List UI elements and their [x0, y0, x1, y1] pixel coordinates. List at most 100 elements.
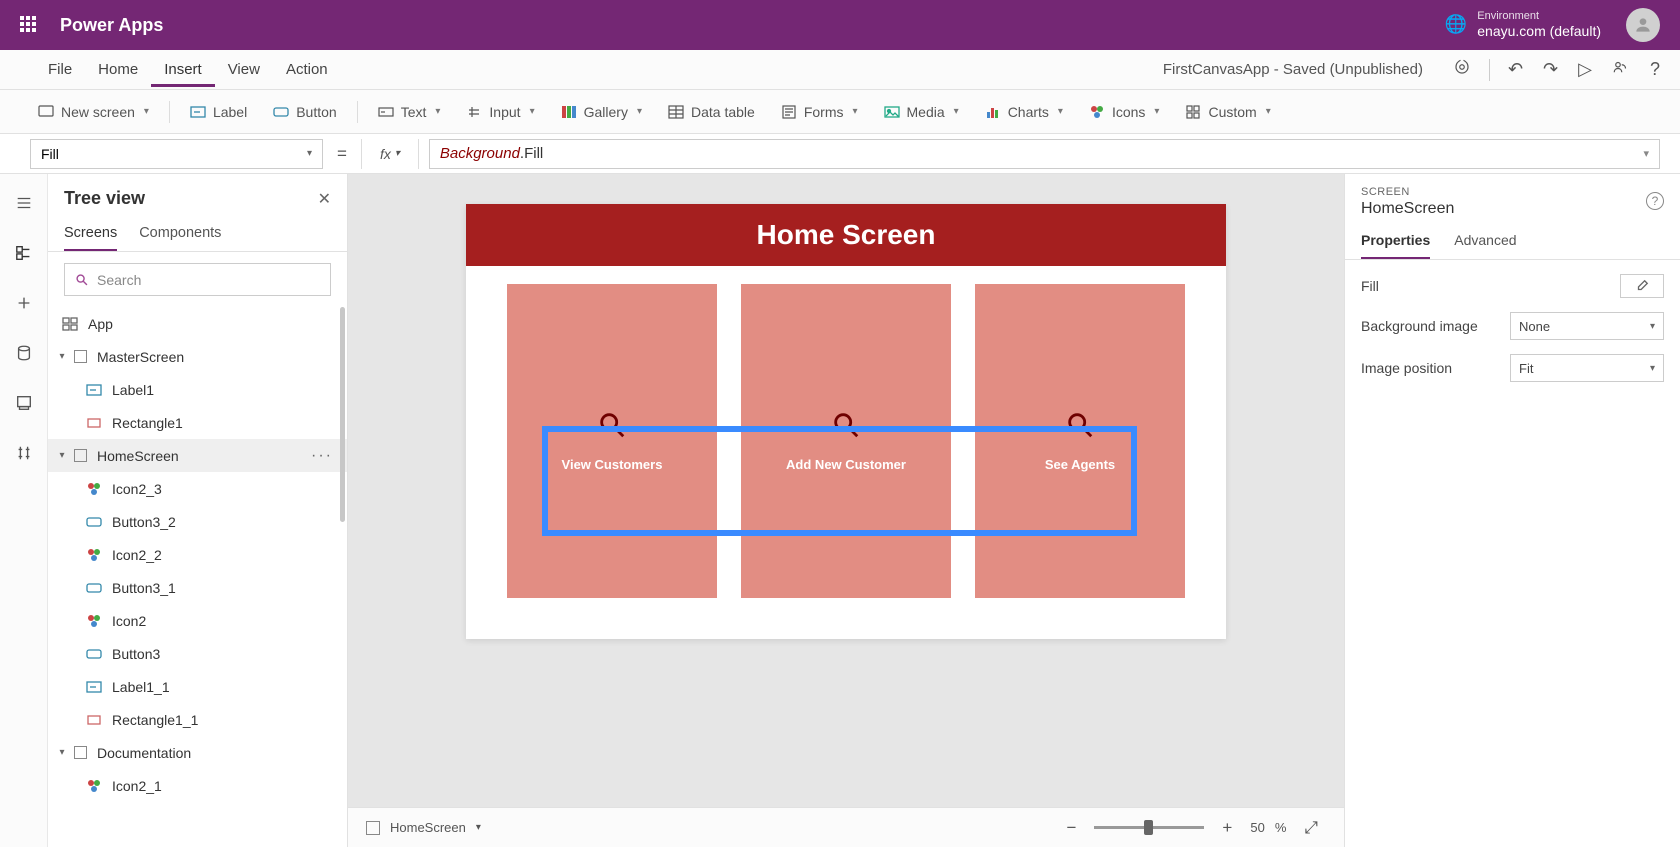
menu-insert[interactable]: Insert [151, 52, 215, 87]
insert-ribbon: New screen ▾ Label Button Text▾ Input▾ G… [0, 90, 1680, 134]
user-avatar[interactable] [1626, 8, 1660, 42]
zoom-unit: % [1275, 820, 1287, 835]
forms-icon [781, 104, 797, 120]
ribbon-label[interactable]: Label [178, 98, 259, 126]
help-button[interactable]: ? [1640, 53, 1670, 86]
tree-search-input[interactable]: Search [64, 263, 331, 296]
tree-node-icon2-3[interactable]: Icon2_3 [48, 472, 347, 505]
checkbox[interactable] [74, 449, 87, 462]
prop-fill-label: Fill [1361, 278, 1379, 294]
tree-node-app[interactable]: App [48, 307, 347, 340]
fit-screen-button[interactable]: ⤢ [1296, 818, 1326, 838]
collapse-icon[interactable]: ▾ [56, 747, 68, 758]
checkbox[interactable] [74, 350, 87, 363]
chevron-down-icon: ▾ [1650, 321, 1655, 332]
collapse-icon[interactable]: ▾ [56, 351, 68, 362]
tab-advanced[interactable]: Advanced [1454, 232, 1516, 259]
ribbon-charts[interactable]: Charts▾ [973, 98, 1075, 126]
menu-view[interactable]: View [215, 52, 273, 87]
fx-button[interactable]: fx▾ [372, 146, 408, 162]
tree-node-button3[interactable]: Button3 [48, 637, 347, 670]
expand-formula-icon[interactable]: ▾ [1643, 147, 1649, 160]
canvas-footer: HomeScreen ▾ − + 50 % ⤢ [348, 807, 1344, 847]
ribbon-text[interactable]: Text▾ [366, 98, 453, 126]
zoom-in-button[interactable]: + [1214, 818, 1240, 838]
tree-node-button3-1[interactable]: Button3_1 [48, 571, 347, 604]
collapse-icon[interactable]: ▾ [56, 450, 68, 461]
undo-button[interactable]: ↶ [1498, 53, 1533, 86]
ribbon-new-screen[interactable]: New screen ▾ [26, 98, 161, 126]
more-options-icon[interactable]: ··· [311, 447, 333, 465]
rail-hamburger[interactable] [13, 192, 35, 214]
card-see-agents[interactable]: See Agents [975, 284, 1185, 598]
tree-node-rectangle1-1[interactable]: Rectangle1_1 [48, 703, 347, 736]
close-panel-button[interactable]: ✕ [318, 189, 331, 209]
properties-help-button[interactable]: ? [1646, 192, 1664, 210]
card-caption: View Customers [562, 457, 663, 472]
formula-token-object: Background [440, 145, 520, 162]
tab-properties[interactable]: Properties [1361, 232, 1430, 259]
screen-icon [38, 104, 54, 120]
card-view-customers[interactable]: View Customers [507, 284, 717, 598]
bgimage-select[interactable]: None ▾ [1510, 312, 1664, 340]
tab-components[interactable]: Components [139, 217, 221, 251]
tree-node-label1[interactable]: Label1 [48, 373, 347, 406]
canvas-viewport[interactable]: Home Screen View Customers Add New Custo… [348, 174, 1344, 807]
ribbon-input[interactable]: Input▾ [454, 98, 546, 126]
ribbon-custom[interactable]: Custom▾ [1173, 98, 1282, 126]
tree-node-homescreen[interactable]: ▾ HomeScreen ··· [48, 439, 347, 472]
tree-node-button3-2[interactable]: Button3_2 [48, 505, 347, 538]
footer-checkbox[interactable] [366, 821, 380, 835]
canvas-area: Home Screen View Customers Add New Custo… [348, 174, 1344, 847]
checkbox[interactable] [74, 746, 87, 759]
chevron-down-icon[interactable]: ▾ [476, 822, 481, 833]
rail-media[interactable] [13, 392, 35, 414]
redo-button[interactable]: ↷ [1533, 53, 1568, 86]
zoom-slider[interactable] [1094, 826, 1204, 829]
home-title-text: Home Screen [757, 219, 936, 251]
card-add-customer[interactable]: Add New Customer [741, 284, 951, 598]
tree-node-icon2[interactable]: Icon2 [48, 604, 347, 637]
tree-scrollbar[interactable] [340, 307, 345, 522]
equals-sign: = [333, 144, 351, 164]
ribbon-forms[interactable]: Forms▾ [769, 98, 870, 126]
fill-color-picker[interactable] [1620, 274, 1664, 298]
tree-node-label1-1[interactable]: Label1_1 [48, 670, 347, 703]
environment-picker[interactable]: 🌐 Environment enayu.com (default) [1445, 10, 1601, 40]
tree-node-icon2-1[interactable]: Icon2_1 [48, 769, 347, 802]
rail-tree-view[interactable] [13, 242, 35, 264]
property-selector[interactable]: Fill ▾ [30, 139, 323, 169]
icon-node-icon [86, 778, 102, 794]
menu-home[interactable]: Home [85, 52, 151, 87]
charts-icon [985, 104, 1001, 120]
ribbon-gallery-label: Gallery [584, 104, 628, 120]
formula-input[interactable]: Background.Fill ▾ [429, 139, 1660, 169]
imgpos-select[interactable]: Fit ▾ [1510, 354, 1664, 382]
ribbon-datatable[interactable]: Data table [656, 98, 767, 126]
tree-node-rectangle1[interactable]: Rectangle1 [48, 406, 347, 439]
tree-node-documentation[interactable]: ▾ Documentation [48, 736, 347, 769]
waffle-icon[interactable] [20, 16, 38, 34]
share-button[interactable] [1602, 52, 1640, 87]
rail-data[interactable] [13, 342, 35, 364]
tree-node-icon2-2[interactable]: Icon2_2 [48, 538, 347, 571]
prop-bgimage-label: Background image [1361, 318, 1478, 334]
ribbon-button[interactable]: Button [261, 98, 348, 126]
menu-bar: File Home Insert View Action FirstCanvas… [0, 50, 1680, 90]
rail-advanced-tools[interactable] [13, 442, 35, 464]
ribbon-icons[interactable]: Icons▾ [1077, 98, 1172, 126]
ribbon-media[interactable]: Media▾ [872, 98, 971, 126]
menu-file[interactable]: File [35, 52, 85, 87]
footer-screen-name: HomeScreen [390, 820, 466, 835]
preview-button[interactable]: ▷ [1568, 53, 1602, 86]
rail-insert[interactable] [13, 292, 35, 314]
tab-screens[interactable]: Screens [64, 217, 117, 251]
app-checker-icon[interactable] [1443, 52, 1481, 87]
canvas-frame[interactable]: Home Screen View Customers Add New Custo… [466, 204, 1226, 639]
zoom-out-button[interactable]: − [1058, 818, 1084, 838]
icons-icon [1089, 104, 1105, 120]
menu-action[interactable]: Action [273, 52, 341, 87]
rectangle-icon [86, 712, 102, 728]
ribbon-gallery[interactable]: Gallery▾ [549, 98, 654, 126]
tree-node-masterscreen[interactable]: ▾ MasterScreen [48, 340, 347, 373]
